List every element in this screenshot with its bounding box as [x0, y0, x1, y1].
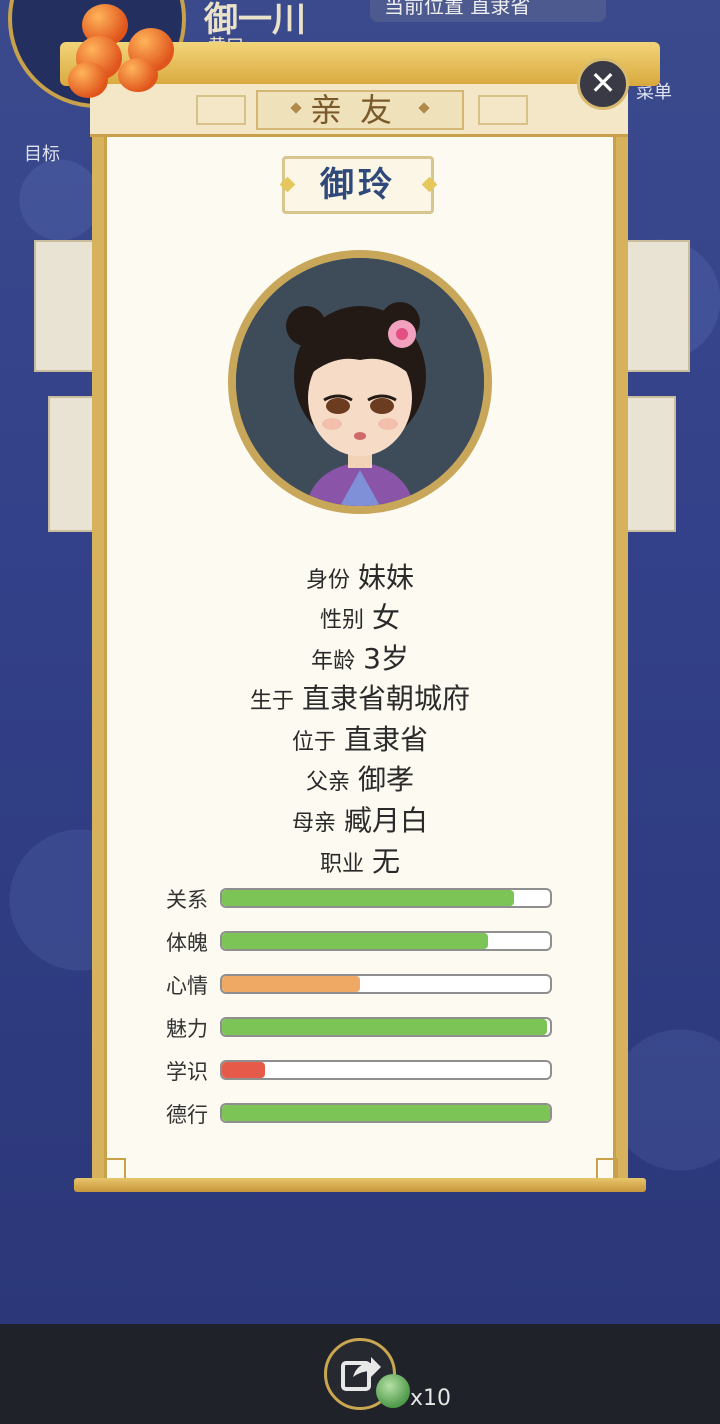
- info-value: 御孝: [358, 763, 415, 796]
- stat-bar-fill: [222, 933, 488, 949]
- info-value: 3岁: [363, 642, 409, 675]
- stat-bar: [220, 1103, 552, 1123]
- info-label: 身份: [305, 568, 350, 593]
- close-button[interactable]: ✕: [577, 58, 629, 110]
- info-row: 母亲 臧月白: [0, 799, 720, 839]
- jade-coin-icon: [376, 1374, 410, 1408]
- reward-count: x10: [410, 1386, 452, 1411]
- character-portrait: [236, 258, 484, 506]
- stat-bar-fill: [222, 1105, 550, 1121]
- info-row: 性别女: [0, 596, 720, 636]
- info-row: 生于 直隶省朝城府: [0, 677, 720, 717]
- stat-label: 体魄: [166, 931, 208, 955]
- info-row: 父亲 御孝: [0, 758, 720, 798]
- info-value: 女: [372, 601, 401, 634]
- info-label: 母亲: [291, 811, 336, 836]
- stat-label: 心情: [166, 974, 208, 998]
- stat-bar-fill: [222, 1062, 265, 1078]
- info-row: 年龄 3岁: [0, 637, 720, 677]
- scroll-bottom-rod: [74, 1178, 646, 1192]
- header-ornament: [478, 95, 528, 125]
- location-indicator[interactable]: 当前位置 直隶省: [370, 0, 606, 22]
- corner-ornament: [596, 1158, 618, 1180]
- stat-bar: [220, 888, 552, 908]
- info-value: 无: [372, 845, 401, 878]
- info-row: 身份 妹妹: [0, 556, 720, 596]
- stat-label: 关系: [166, 888, 208, 912]
- info-value: 臧月白: [344, 804, 429, 837]
- info-label: 父亲: [305, 770, 350, 795]
- goal-button-label[interactable]: 目标: [24, 140, 60, 166]
- stat-label: 学识: [166, 1060, 208, 1084]
- info-label: 位于: [291, 730, 336, 755]
- stat-bar: [220, 931, 552, 951]
- info-label: 职业: [319, 852, 364, 877]
- info-value: 直隶省: [344, 723, 429, 756]
- stat-bar: [220, 974, 552, 994]
- info-row: 职业无: [0, 840, 720, 880]
- stat-bar-fill: [222, 1019, 547, 1035]
- info-label: 年龄: [311, 649, 356, 674]
- header-ornament: [196, 95, 246, 125]
- corner-ornament: [104, 1158, 126, 1180]
- info-row: 位于 直隶省: [0, 718, 720, 758]
- stat-bar-fill: [222, 890, 514, 906]
- close-icon: ✕: [589, 64, 617, 102]
- stat-bar: [220, 1060, 552, 1080]
- stat-label: 魅力: [166, 1017, 208, 1041]
- stat-bar-fill: [222, 976, 360, 992]
- info-value: 妹妹: [358, 561, 415, 594]
- stat-label: 德行: [166, 1103, 208, 1127]
- background-card: [622, 396, 676, 532]
- character-name: 御玲: [282, 156, 434, 214]
- background-card: [620, 240, 690, 372]
- info-label: 性别: [319, 608, 364, 633]
- dialog-title: 亲友: [256, 90, 464, 130]
- info-value: 直隶省朝城府: [302, 682, 471, 715]
- info-label: 生于: [249, 689, 294, 714]
- stat-bar: [220, 1017, 552, 1037]
